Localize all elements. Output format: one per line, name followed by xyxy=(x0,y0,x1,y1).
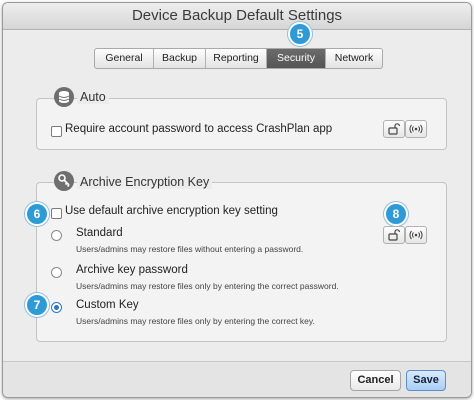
radio-custom-key[interactable] xyxy=(51,302,62,313)
tab-general[interactable]: General xyxy=(95,49,154,68)
auto-group-title: Auto xyxy=(77,90,109,104)
callout-7: 7 xyxy=(25,293,49,317)
option-custom-key-label: Custom Key xyxy=(76,299,139,311)
option-standard-description: Users/admins may restore files without e… xyxy=(76,244,304,254)
require-password-checkbox[interactable] xyxy=(51,126,62,137)
option-custom-key-description: Users/admins may restore files only by e… xyxy=(76,316,315,326)
tab-reporting[interactable]: Reporting xyxy=(206,49,267,68)
use-default-key-label: Use default archive encryption key setti… xyxy=(65,205,278,217)
dialog-footer: Cancel Save xyxy=(3,361,471,397)
option-archive-key-password-label: Archive key password xyxy=(76,264,188,276)
tab-backup[interactable]: Backup xyxy=(154,49,206,68)
lock-open-icon[interactable] xyxy=(383,226,405,244)
option-archive-key-password-description: Users/admins may restore files only by e… xyxy=(76,281,339,291)
callout-5: 5 xyxy=(288,22,312,46)
tab-network[interactable]: Network xyxy=(326,49,382,68)
lock-open-icon[interactable] xyxy=(383,120,405,138)
window-title: Device Backup Default Settings xyxy=(3,3,471,30)
database-icon xyxy=(54,87,74,107)
option-standard-label: Standard xyxy=(76,227,123,239)
use-default-key-checkbox[interactable] xyxy=(51,208,62,219)
key-icon xyxy=(54,171,74,191)
callout-6: 6 xyxy=(25,202,49,226)
radio-archive-key-password[interactable] xyxy=(51,267,62,278)
encryption-group-title: Archive Encryption Key xyxy=(77,175,213,189)
broadcast-icon[interactable] xyxy=(405,120,427,138)
tab-bar: General Backup Reporting Security Networ… xyxy=(94,48,383,69)
require-password-label: Require account password to access Crash… xyxy=(65,123,333,135)
tab-security[interactable]: Security xyxy=(267,49,326,68)
cancel-button[interactable]: Cancel xyxy=(350,370,401,391)
settings-dialog: Device Backup Default Settings General B… xyxy=(2,2,472,398)
save-button[interactable]: Save xyxy=(406,370,446,391)
broadcast-icon[interactable] xyxy=(405,226,427,244)
radio-standard[interactable] xyxy=(51,230,62,241)
callout-8: 8 xyxy=(384,202,408,226)
